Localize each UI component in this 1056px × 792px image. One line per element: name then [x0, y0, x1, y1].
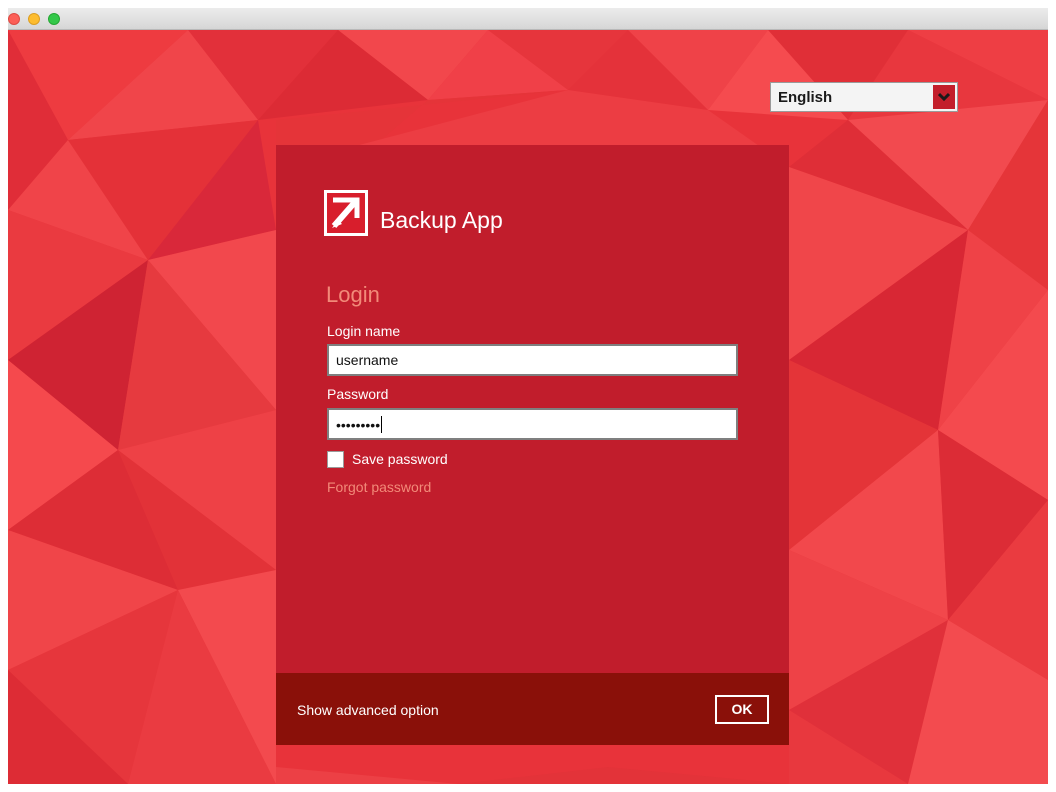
- window-titlebar: [8, 8, 1048, 30]
- password-label: Password: [327, 386, 389, 402]
- forgot-password-link[interactable]: Forgot password: [327, 479, 431, 495]
- window-minimize-button[interactable]: [28, 13, 40, 25]
- login-heading: Login: [326, 282, 380, 307]
- language-selected-value: English: [778, 89, 833, 106]
- password-masked-value: •••••••••: [336, 417, 381, 433]
- ok-button[interactable]: OK: [715, 695, 769, 724]
- login-name-label: Login name: [327, 323, 401, 339]
- login-footer: Show advanced option OK: [276, 673, 789, 745]
- language-select[interactable]: English: [770, 82, 958, 112]
- window-zoom-button[interactable]: [48, 13, 60, 25]
- login-name-input[interactable]: username: [327, 344, 738, 376]
- screen-top-strip: [0, 0, 1056, 8]
- save-password-label[interactable]: Save password: [352, 451, 448, 467]
- login-panel: Backup App Login Login name username Pas…: [276, 145, 789, 745]
- password-input[interactable]: •••••••••: [327, 408, 738, 440]
- app-logo-icon: [324, 190, 368, 236]
- window-close-button[interactable]: [8, 13, 20, 25]
- show-advanced-option-link[interactable]: Show advanced option: [297, 702, 439, 718]
- save-password-checkbox[interactable]: [327, 451, 344, 468]
- login-name-value: username: [336, 352, 399, 368]
- app-window: English Backup App Login Login name user…: [8, 8, 1048, 784]
- chevron-down-icon[interactable]: [933, 85, 955, 109]
- app-name: Backup App: [380, 207, 503, 233]
- text-caret: [381, 416, 383, 433]
